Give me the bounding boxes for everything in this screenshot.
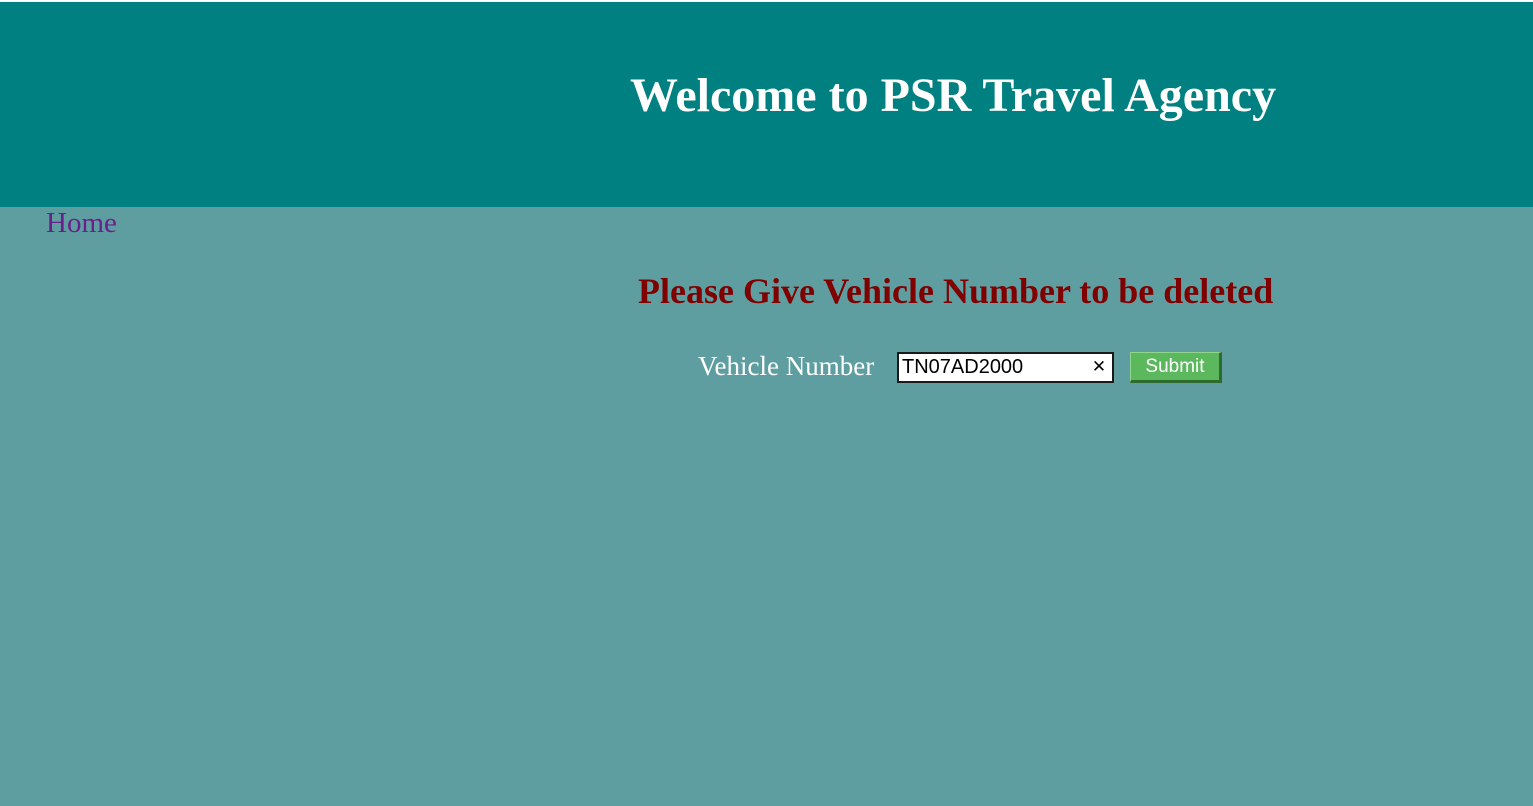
submit-button[interactable]: Submit — [1130, 352, 1222, 383]
close-icon[interactable]: ✕ — [1091, 356, 1107, 378]
vehicle-number-field: ✕ — [897, 352, 1114, 383]
header-banner: Welcome to PSR Travel Agency — [0, 2, 1533, 207]
vehicle-number-label: Vehicle Number — [698, 351, 875, 381]
home-link[interactable]: Home — [46, 206, 117, 240]
form-heading: Please Give Vehicle Number to be deleted — [638, 271, 1274, 311]
page-title: Welcome to PSR Travel Agency — [630, 69, 1277, 122]
vehicle-number-input[interactable] — [902, 354, 1084, 381]
